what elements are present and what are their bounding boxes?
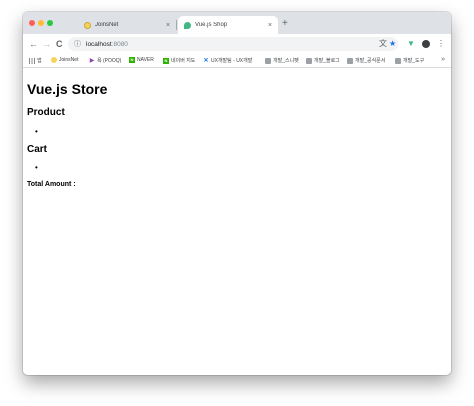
close-window-button[interactable] bbox=[29, 20, 35, 26]
vue-favicon-icon bbox=[184, 21, 191, 29]
bookmark-label: UX개발팀 - UX개발 bbox=[211, 58, 253, 64]
close-tab-icon[interactable]: × bbox=[265, 22, 275, 29]
bookmark-pooq[interactable]: ▶ 욕 (POOQ) bbox=[89, 57, 122, 65]
folder-icon bbox=[306, 57, 312, 64]
tab-strip: JoinsNet × Vue.js Shop × + bbox=[23, 12, 451, 34]
joinsnet-favicon-icon bbox=[84, 21, 91, 29]
address-port: :8080 bbox=[111, 40, 128, 48]
bookmark-label: 개발_도구 bbox=[403, 58, 425, 64]
reload-icon[interactable]: C bbox=[56, 38, 63, 50]
forward-arrow-icon[interactable]: → bbox=[42, 38, 51, 50]
cart-heading: Cart bbox=[27, 144, 48, 155]
naver-icon: N bbox=[129, 57, 135, 63]
bookmark-label: NAVER bbox=[137, 57, 154, 63]
folder-icon bbox=[265, 57, 271, 64]
total-amount-label: Total Amount : bbox=[27, 181, 76, 188]
bookmarks-overflow-icon[interactable]: » bbox=[441, 56, 445, 63]
apps-grid-icon bbox=[29, 57, 35, 64]
menu-icon[interactable]: ⋮ bbox=[437, 38, 445, 50]
minimize-window-button[interactable] bbox=[38, 20, 44, 26]
tab-title: Vue.js Shop bbox=[195, 22, 228, 28]
vue-devtools-icon[interactable]: ▼ bbox=[407, 38, 415, 50]
bookmark-label: 개발_스니펫 bbox=[273, 58, 299, 64]
bookmark-folder-tools[interactable]: 개발_도구 bbox=[395, 57, 424, 64]
bookmark-naver-map[interactable]: N 네이버 지도 bbox=[163, 57, 195, 64]
close-tab-icon[interactable]: × bbox=[163, 22, 173, 29]
bookmark-folder-docs[interactable]: 개발_공식문서 bbox=[347, 57, 385, 64]
bookmark-label: 네이버 지도 bbox=[171, 58, 196, 64]
bookmark-label: 앱 bbox=[37, 58, 42, 64]
bookmark-folder-blog[interactable]: 개발_블로그 bbox=[306, 57, 340, 64]
bookmark-label: 개발_공식문서 bbox=[355, 58, 386, 64]
bookmark-star-icon[interactable]: ★ bbox=[389, 38, 396, 50]
play-icon: ▶ bbox=[89, 57, 95, 64]
bookmarks-bar: 앱 JoinsNet ▶ 욕 (POOQ) N NAVER N 네이버 지도 ✕… bbox=[23, 54, 451, 68]
tab-vue-shop[interactable]: Vue.js Shop × bbox=[178, 16, 278, 34]
page-title: Vue.js Store bbox=[27, 81, 108, 97]
bookmark-apps[interactable]: 앱 bbox=[29, 57, 42, 64]
bookmark-label: 욕 (POOQ) bbox=[97, 58, 122, 64]
bookmark-naver[interactable]: N NAVER bbox=[129, 57, 154, 63]
folder-icon bbox=[347, 57, 353, 64]
naver-icon: N bbox=[163, 57, 169, 64]
bookmark-joinsnet[interactable]: JoinsNet bbox=[51, 57, 78, 63]
product-heading: Product bbox=[27, 107, 65, 118]
bookmark-ux-team[interactable]: ✕ UX개발팀 - UX개발 bbox=[203, 57, 253, 65]
page-content: Vue.js Store Product • Cart • Total Amou… bbox=[23, 69, 451, 375]
new-tab-button[interactable]: + bbox=[282, 17, 288, 31]
info-icon[interactable]: ⓘ bbox=[74, 39, 81, 49]
bookmark-folder-snippet[interactable]: 개발_스니펫 bbox=[265, 57, 299, 64]
folder-icon bbox=[395, 57, 401, 64]
x-logo-icon: ✕ bbox=[203, 57, 209, 64]
maximize-window-button[interactable] bbox=[47, 20, 53, 26]
product-list-item: • bbox=[35, 127, 38, 136]
tab-separator bbox=[176, 20, 177, 30]
bookmark-label: 개발_블로그 bbox=[314, 58, 340, 64]
browser-toolbar: ← → C ⓘ localhost :8080 文 ★ ▼ ⋮ bbox=[23, 34, 451, 54]
browser-window: JoinsNet × Vue.js Shop × + ← → C ⓘ local… bbox=[23, 12, 451, 375]
cart-list-item: • bbox=[35, 163, 38, 172]
translate-icon[interactable]: 文 bbox=[379, 38, 387, 50]
joinsnet-icon bbox=[51, 57, 57, 63]
tab-joinsnet[interactable]: JoinsNet × bbox=[78, 16, 176, 34]
bookmark-label: JoinsNet bbox=[59, 57, 79, 63]
profile-avatar[interactable] bbox=[422, 40, 430, 48]
address-host: localhost bbox=[86, 40, 112, 48]
back-arrow-icon[interactable]: ← bbox=[29, 38, 38, 50]
address-bar[interactable]: ⓘ localhost :8080 bbox=[68, 37, 398, 51]
tab-title: JoinsNet bbox=[95, 22, 119, 28]
